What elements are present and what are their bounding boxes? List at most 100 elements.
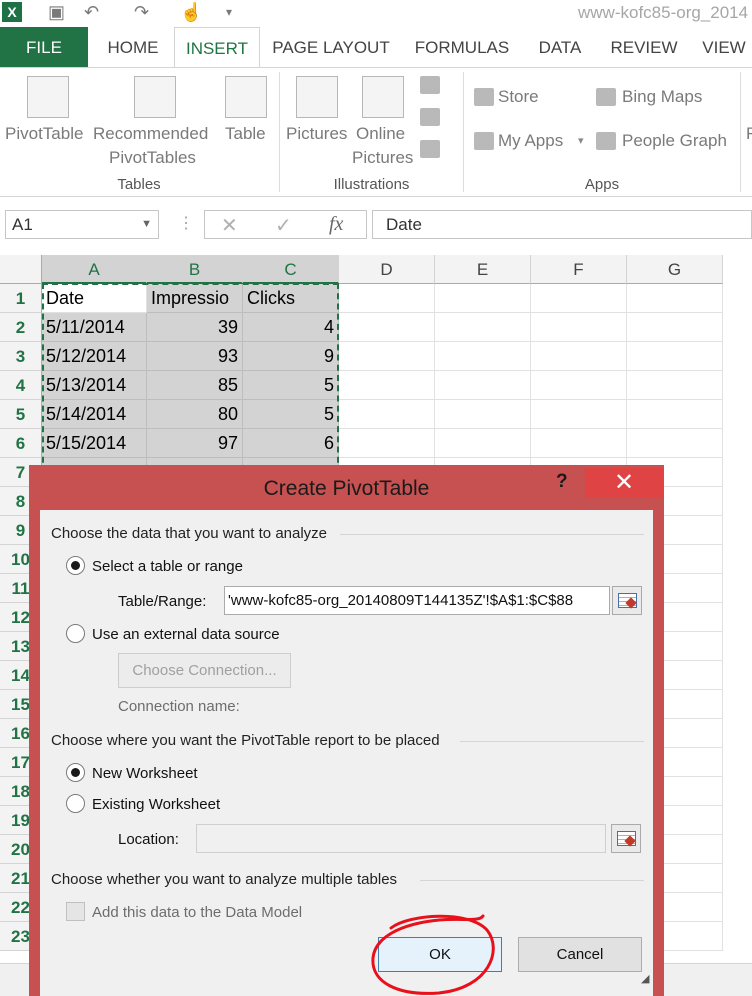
cell-c4[interactable]: 5	[243, 371, 339, 400]
radio-existing-worksheet-label[interactable]: Existing Worksheet	[92, 796, 220, 813]
cell-g3[interactable]	[627, 342, 723, 371]
select-all-corner[interactable]	[0, 255, 42, 284]
column-header-f[interactable]: F	[531, 255, 627, 284]
help-button[interactable]: ?	[556, 471, 568, 493]
people-graph-button[interactable]: People Graph	[622, 129, 727, 153]
my-apps-dropdown-icon[interactable]: ▾	[578, 134, 584, 147]
location-input[interactable]	[196, 824, 606, 853]
cell-d6[interactable]	[339, 429, 435, 458]
table-range-input[interactable]: 'www-kofc85-org_20140809T144135Z'!$A$1:$…	[224, 586, 610, 615]
column-header-d[interactable]: D	[339, 255, 435, 284]
tab-insert[interactable]: INSERT	[174, 27, 260, 69]
cell-f1[interactable]	[531, 284, 627, 313]
column-header-b[interactable]: B	[147, 255, 243, 284]
pivottable-button[interactable]: PivotTable	[5, 122, 83, 146]
row-header-3[interactable]: 3	[0, 342, 42, 371]
radio-select-table-label[interactable]: Select a table or range	[92, 558, 243, 575]
my-apps-button[interactable]: My Apps	[498, 129, 563, 153]
cell-d2[interactable]	[339, 313, 435, 342]
data-model-checkbox[interactable]	[66, 902, 85, 921]
ok-button[interactable]: OK	[378, 937, 502, 972]
table-range-collapse-button[interactable]	[612, 586, 642, 615]
cell-g1[interactable]	[627, 284, 723, 313]
insert-function-icon[interactable]: fx	[329, 213, 343, 236]
customize-qat-icon[interactable]: ▾	[226, 2, 232, 22]
cell-e2[interactable]	[435, 313, 531, 342]
cell-a6[interactable]: 5/15/2014	[42, 429, 147, 458]
cell-f3[interactable]	[531, 342, 627, 371]
undo-icon[interactable]: ↶	[84, 2, 99, 22]
tab-formulas[interactable]: FORMULAS	[406, 27, 518, 68]
cell-a4[interactable]: 5/13/2014	[42, 371, 147, 400]
tab-home[interactable]: HOME	[96, 27, 170, 68]
cell-c1[interactable]: Clicks	[243, 284, 339, 313]
table-button[interactable]: Table	[225, 122, 266, 146]
smartart-icon[interactable]	[420, 108, 440, 126]
cell-b2[interactable]: 39	[147, 313, 243, 342]
cell-e3[interactable]	[435, 342, 531, 371]
cell-d1[interactable]	[339, 284, 435, 313]
tab-page-layout[interactable]: PAGE LAYOUT	[266, 27, 396, 68]
row-header-6[interactable]: 6	[0, 429, 42, 458]
cell-g2[interactable]	[627, 313, 723, 342]
screenshot-icon[interactable]	[420, 140, 440, 158]
shapes-icon[interactable]	[420, 76, 440, 94]
cell-c5[interactable]: 5	[243, 400, 339, 429]
column-header-c[interactable]: C	[243, 255, 339, 284]
save-icon[interactable]: ▣	[48, 2, 65, 22]
cell-c3[interactable]: 9	[243, 342, 339, 371]
tab-data[interactable]: DATA	[526, 27, 594, 68]
radio-select-table[interactable]	[66, 556, 85, 575]
row-header-1[interactable]: 1	[0, 284, 42, 313]
radio-new-worksheet-label[interactable]: New Worksheet	[92, 765, 198, 782]
row-header-2[interactable]: 2	[0, 313, 42, 342]
column-header-e[interactable]: E	[435, 255, 531, 284]
cell-b5[interactable]: 80	[147, 400, 243, 429]
cell-d3[interactable]	[339, 342, 435, 371]
cell-a1[interactable]: Date	[42, 284, 147, 313]
confirm-entry-icon[interactable]: ✓	[275, 213, 292, 238]
online-pictures-button[interactable]: Online	[356, 122, 405, 146]
redo-icon[interactable]: ↷	[134, 2, 149, 22]
cell-c6[interactable]: 6	[243, 429, 339, 458]
recommended-pivottables-button[interactable]: Recommended	[93, 122, 208, 146]
cell-e1[interactable]	[435, 284, 531, 313]
row-header-5[interactable]: 5	[0, 400, 42, 429]
cell-a3[interactable]: 5/12/2014	[42, 342, 147, 371]
tab-file[interactable]: FILE	[0, 27, 88, 68]
cancel-entry-icon[interactable]: ✕	[221, 213, 238, 238]
cell-f4[interactable]	[531, 371, 627, 400]
cell-f2[interactable]	[531, 313, 627, 342]
name-box[interactable]: A1 ▼	[5, 210, 159, 239]
cell-g4[interactable]	[627, 371, 723, 400]
choose-connection-button[interactable]: Choose Connection...	[118, 653, 291, 688]
cancel-button[interactable]: Cancel	[518, 937, 642, 972]
bing-maps-button[interactable]: Bing Maps	[622, 85, 702, 109]
cell-d5[interactable]	[339, 400, 435, 429]
location-collapse-button[interactable]	[611, 824, 641, 853]
tab-view[interactable]: VIEW	[694, 27, 752, 68]
cell-g6[interactable]	[627, 429, 723, 458]
cell-b3[interactable]: 93	[147, 342, 243, 371]
cell-b1[interactable]: Impressio	[147, 284, 243, 313]
cell-d4[interactable]	[339, 371, 435, 400]
cell-a2[interactable]: 5/11/2014	[42, 313, 147, 342]
pictures-button[interactable]: Pictures	[286, 122, 347, 146]
formula-input[interactable]: Date	[372, 210, 752, 239]
radio-new-worksheet[interactable]	[66, 763, 85, 782]
cell-f5[interactable]	[531, 400, 627, 429]
cell-b6[interactable]: 97	[147, 429, 243, 458]
radio-external-source[interactable]	[66, 624, 85, 643]
resize-grip-icon[interactable]: ◢	[641, 972, 649, 985]
radio-existing-worksheet[interactable]	[66, 794, 85, 813]
radio-external-source-label[interactable]: Use an external data source	[92, 626, 280, 643]
cell-f6[interactable]	[531, 429, 627, 458]
name-box-dropdown-icon[interactable]: ▼	[141, 211, 152, 238]
row-header-4[interactable]: 4	[0, 371, 42, 400]
cell-c2[interactable]: 4	[243, 313, 339, 342]
touch-mode-icon[interactable]: ☝	[180, 2, 202, 22]
column-header-a[interactable]: A	[42, 255, 147, 284]
close-button[interactable]: ✕	[585, 468, 663, 498]
cell-e6[interactable]	[435, 429, 531, 458]
cell-b4[interactable]: 85	[147, 371, 243, 400]
